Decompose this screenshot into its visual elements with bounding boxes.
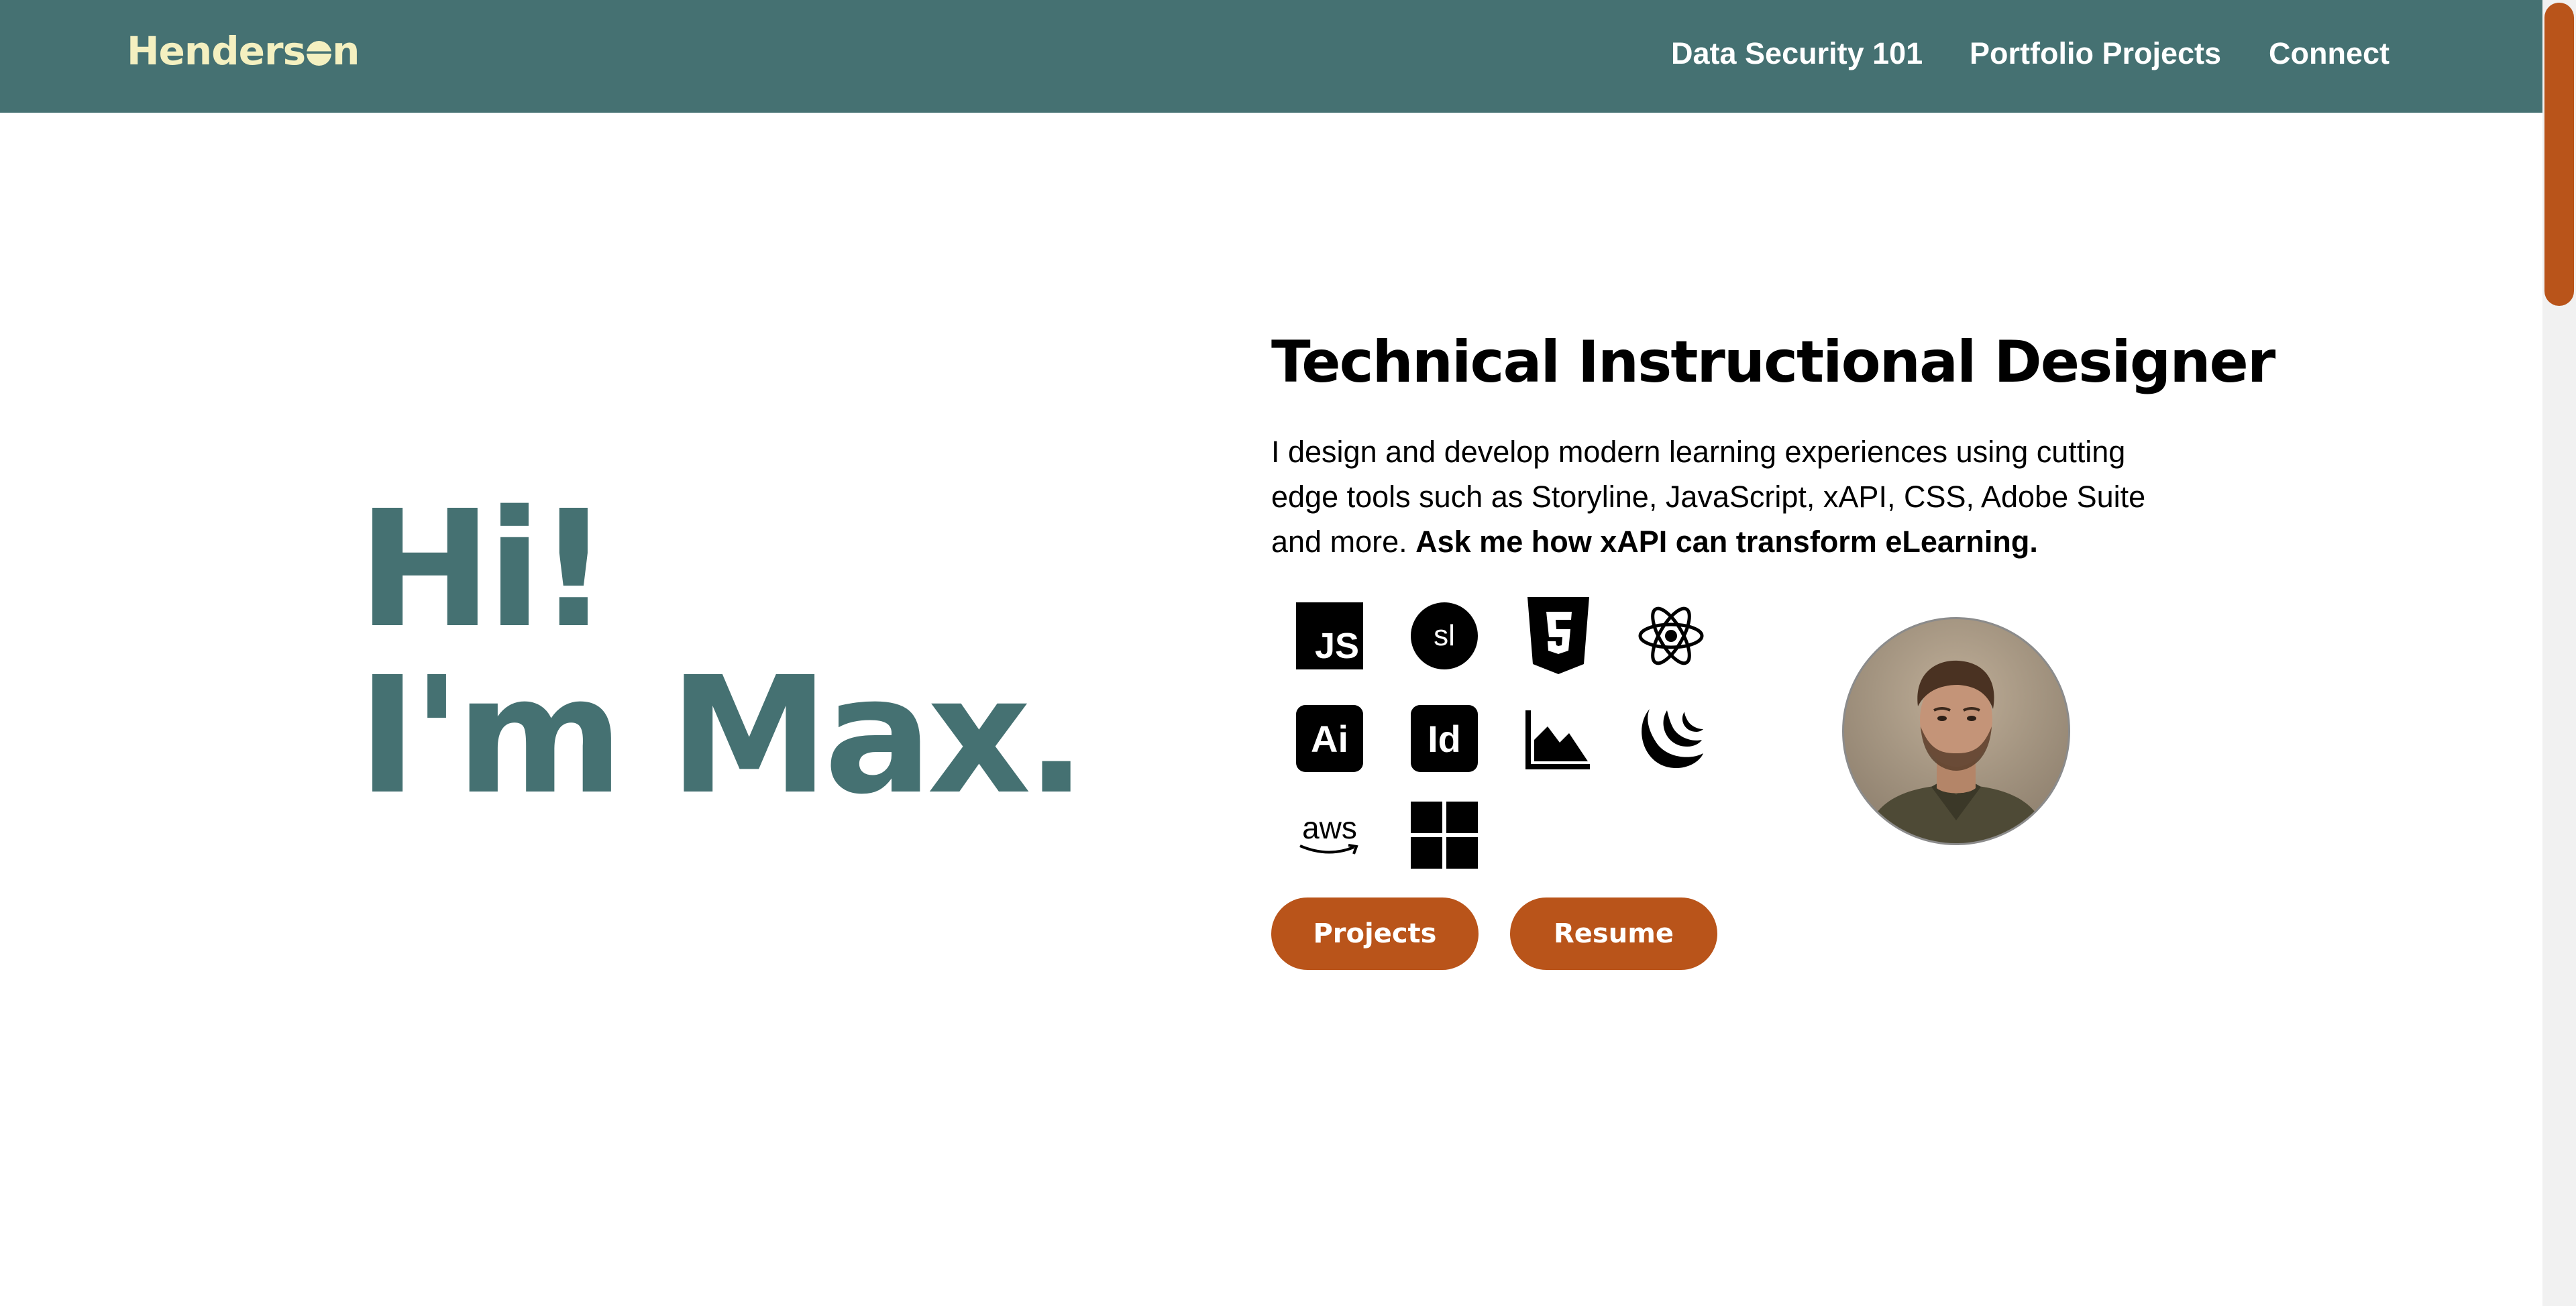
page-title: Technical Instructional Designer (1271, 329, 2275, 396)
nav-link-portfolio-projects[interactable]: Portfolio Projects (1970, 36, 2221, 71)
nav-link-data-security[interactable]: Data Security 101 (1671, 36, 1923, 71)
scrollbar-thumb[interactable] (2544, 3, 2574, 306)
illustrator-icon-label: Ai (1311, 717, 1348, 760)
windows-icon (1411, 802, 1478, 869)
html5-icon (1525, 597, 1592, 674)
aws-icon: aws (1296, 802, 1363, 869)
logo-sun-icon (307, 41, 332, 66)
hero-greeting: Hi! I'm Max. (358, 476, 1087, 830)
aws-smile-icon (1299, 844, 1358, 855)
avatar-portrait (1864, 660, 2048, 843)
storyline-icon-label: sl (1434, 619, 1455, 652)
hero-line-2: I'm Max. (358, 642, 1087, 830)
intro-highlight: Ask me how xAPI can transform eLearning. (1415, 525, 2038, 559)
indesign-icon-label: Id (1428, 717, 1461, 760)
adobe-indesign-icon: Id (1411, 705, 1478, 772)
site-header: Henders n Data Security 101 Portfolio Pro… (0, 0, 2542, 113)
adobe-illustrator-icon: Ai (1296, 705, 1363, 772)
logo-text: Henders (127, 28, 306, 74)
crescent-waves-icon (1638, 705, 1705, 772)
site-logo[interactable]: Henders n (127, 28, 360, 74)
projects-button[interactable]: Projects (1271, 897, 1479, 970)
javascript-icon: JS (1296, 602, 1363, 669)
area-chart-icon (1525, 705, 1592, 772)
hero-line-1: Hi! (358, 476, 610, 663)
avatar (1842, 617, 2070, 845)
intro-paragraph: I design and develop modern learning exp… (1271, 429, 2190, 564)
resume-button[interactable]: Resume (1510, 897, 1717, 970)
aws-icon-label: aws (1302, 810, 1357, 845)
storyline-icon: sl (1411, 602, 1478, 669)
nav-link-connect[interactable]: Connect (2269, 36, 2390, 71)
page: Henders n Data Security 101 Portfolio Pro… (0, 0, 2576, 1306)
logo-text-end: n (332, 28, 360, 74)
javascript-icon-label: JS (1314, 626, 1359, 666)
react-icon (1638, 602, 1705, 669)
